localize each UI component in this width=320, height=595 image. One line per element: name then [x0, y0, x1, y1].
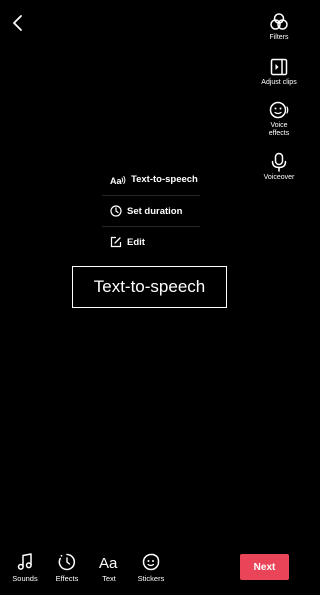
- adjust-clips-button[interactable]: Adjust clips: [258, 57, 300, 87]
- filters-label: Filters: [269, 34, 289, 41]
- adjust-clips-icon: [270, 58, 288, 76]
- clock-icon: [110, 205, 122, 217]
- effects-icon: [58, 553, 76, 571]
- text-overlay[interactable]: Text-to-speech: [72, 266, 227, 308]
- sounds-label: Sounds: [12, 574, 38, 583]
- menu-item-label: Set duration: [127, 205, 183, 217]
- text-button[interactable]: Aa Text: [89, 553, 129, 583]
- filters-button[interactable]: Filters: [258, 12, 300, 42]
- filters-icon: [270, 13, 288, 30]
- svg-text:Aa: Aa: [99, 555, 118, 571]
- voiceover-button[interactable]: Voiceover: [258, 152, 300, 182]
- svg-text:Aa: Aa: [110, 176, 122, 186]
- text-context-menu: Aa Text-to-speech Set duration Edit: [102, 164, 200, 257]
- effects-label: Effects: [55, 574, 79, 583]
- edit-icon: [110, 236, 122, 248]
- adjust-clips-label: Adjust clips: [261, 79, 297, 86]
- text-icon: Aa: [99, 555, 118, 571]
- text-label: Text: [102, 574, 116, 583]
- voiceover-icon: [271, 152, 287, 172]
- stickers-button[interactable]: Stickers: [131, 553, 171, 583]
- sounds-button[interactable]: Sounds: [5, 553, 45, 583]
- voice-effects-button[interactable]: Voice effects: [258, 100, 300, 138]
- effects-button[interactable]: Effects: [47, 553, 87, 583]
- menu-item-set-duration[interactable]: Set duration: [102, 195, 200, 226]
- voice-effects-icon: [269, 101, 289, 119]
- text-to-speech-icon: Aa: [110, 175, 126, 186]
- menu-item-text-to-speech[interactable]: Aa Text-to-speech: [102, 164, 200, 195]
- next-button[interactable]: Next: [240, 554, 289, 580]
- voiceover-label: Voiceover: [263, 174, 295, 181]
- menu-item-edit[interactable]: Edit: [102, 226, 200, 257]
- chevron-left-icon: [13, 15, 22, 31]
- menu-item-label: Text-to-speech: [131, 174, 198, 185]
- sticker-icon: [142, 553, 160, 571]
- stickers-label: Stickers: [137, 574, 165, 583]
- menu-item-label: Edit: [127, 236, 145, 248]
- voice-effects-label: Voice effects: [268, 122, 290, 137]
- back-button[interactable]: [6, 10, 28, 36]
- music-note-icon: [17, 553, 32, 570]
